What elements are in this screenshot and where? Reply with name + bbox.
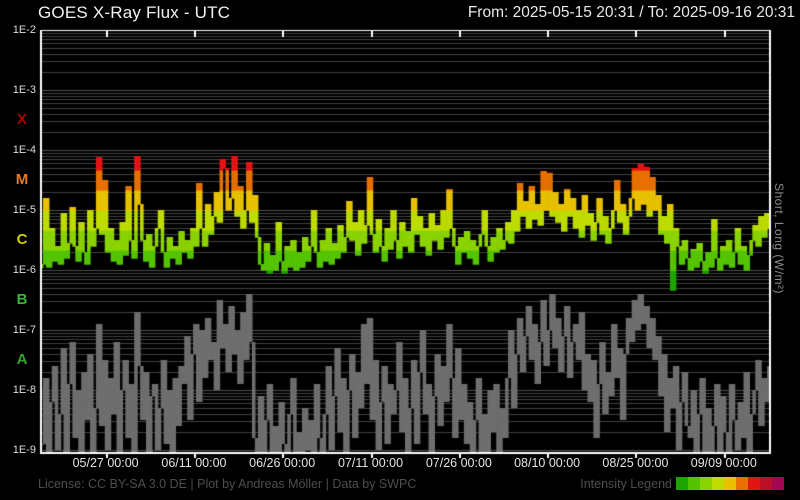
page-title: GOES X-Ray Flux - UTC: [38, 3, 231, 22]
intensity-legend-swatches: [676, 477, 784, 490]
intensity-legend-swatch: [712, 477, 724, 490]
class-label-a: A: [16, 351, 28, 368]
intensity-legend-swatch: [748, 477, 760, 490]
intensity-legend-swatch: [688, 477, 700, 490]
intensity-legend-swatch: [772, 477, 784, 490]
class-label-x: X: [16, 111, 27, 128]
x-tick-label: 08/10 00:00: [514, 456, 581, 470]
x-tick-label: 07/26 00:00: [425, 456, 492, 470]
goes-xray-flux-page: GOES X-Ray Flux - UTC From: 2025-05-15 2…: [0, 0, 800, 500]
y-tick-label: 1E-2: [12, 24, 36, 36]
y-tick-label: 1E-4: [12, 144, 36, 156]
x-tick-label: 08/25 00:00: [602, 456, 669, 470]
x-tick-label: 06/26 00:00: [249, 456, 316, 470]
intensity-legend-swatch: [724, 477, 736, 490]
y-tick-label: 1E-3: [12, 84, 36, 96]
right-axis-label: Short, Long (W/m²): [772, 183, 786, 295]
y-tick-label: 1E-8: [12, 384, 36, 396]
x-tick-label: 07/11 00:00: [337, 456, 404, 470]
x-tick-label: 06/11 00:00: [161, 456, 227, 470]
intensity-legend-swatch: [760, 477, 772, 490]
intensity-legend-swatch: [736, 477, 748, 490]
class-label-c: C: [16, 231, 28, 248]
class-label-m: M: [15, 171, 29, 188]
license-text: License: CC BY-SA 3.0 DE | Plot by Andre…: [38, 477, 417, 491]
y-tick-label: 1E-9: [12, 444, 36, 456]
y-tick-label: 1E-5: [12, 204, 36, 216]
y-tick-label: 1E-6: [12, 264, 36, 276]
y-tick-label: 1E-7: [12, 324, 36, 336]
intensity-legend-swatch: [676, 477, 688, 490]
intensity-legend-label: Intensity Legend: [580, 477, 672, 491]
intensity-legend-swatch: [700, 477, 712, 490]
flux-chart-canvas: [0, 0, 800, 500]
x-tick-label: 05/27 00:00: [72, 456, 139, 470]
date-range: From: 2025-05-15 20:31 / To: 2025-09-16 …: [467, 4, 795, 21]
x-tick-label: 09/09 00:00: [690, 456, 757, 470]
class-label-b: B: [16, 291, 28, 308]
